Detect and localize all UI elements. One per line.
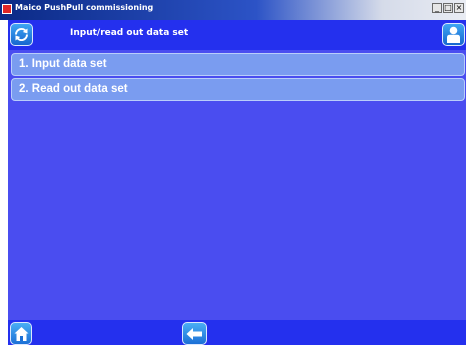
maximize-button[interactable]: □ [443, 3, 453, 13]
home-icon [14, 327, 29, 341]
window-titlebar: Maico PushPull commissioning _ □ × [0, 0, 466, 20]
refresh-icon [14, 27, 29, 42]
app-area: Input/read out data set 1. Input data se… [8, 20, 466, 345]
page-title: Input/read out data set [70, 28, 189, 38]
close-button[interactable]: × [454, 3, 464, 13]
user-icon [447, 26, 460, 43]
home-button[interactable] [10, 322, 32, 345]
minimize-button[interactable]: _ [432, 3, 442, 13]
footer-bar [8, 320, 466, 345]
header-bar: Input/read out data set [8, 20, 466, 50]
arrow-left-icon [186, 328, 202, 340]
app-icon [2, 4, 12, 14]
refresh-button[interactable] [10, 23, 33, 46]
back-button[interactable] [182, 322, 207, 345]
window-title: Maico PushPull commissioning [15, 3, 154, 12]
user-button[interactable] [442, 23, 465, 46]
menu-item-input-data-set[interactable]: 1. Input data set [11, 53, 465, 76]
menu-item-read-out-data-set[interactable]: 2. Read out data set [11, 78, 465, 101]
